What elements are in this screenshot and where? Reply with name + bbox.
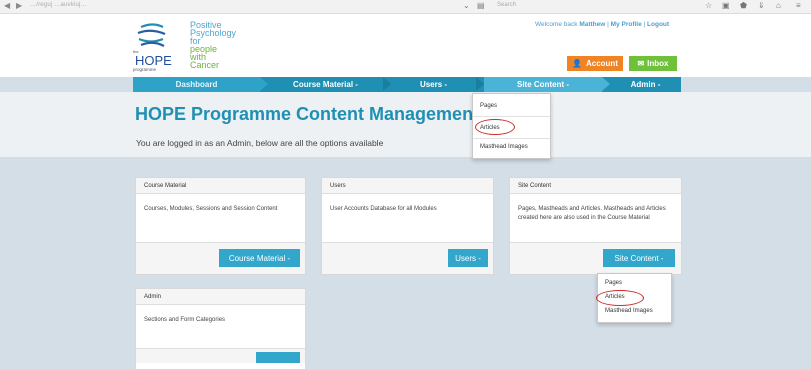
separator: | bbox=[643, 21, 646, 28]
card-footer: Course Material - bbox=[136, 242, 305, 274]
card-users: Users User Accounts Database for all Mod… bbox=[321, 177, 494, 275]
card-footer: Users - bbox=[322, 242, 493, 274]
highlight-circle bbox=[596, 290, 644, 306]
back-arrow-icon[interactable]: ◀ bbox=[4, 1, 10, 10]
nav-dashboard[interactable]: Dashboard bbox=[133, 77, 260, 92]
account-label: Account bbox=[585, 59, 618, 68]
menu-icon[interactable]: ≡ bbox=[796, 1, 801, 10]
logo-word: HOPE bbox=[135, 53, 172, 68]
divider bbox=[473, 116, 550, 117]
welcome-text: Welcome back bbox=[535, 21, 578, 28]
reader-icon[interactable]: ▤ bbox=[477, 1, 485, 10]
nav-arrow-icon bbox=[260, 77, 268, 91]
address-bar[interactable]: …/reguj …auvkiuj… bbox=[30, 2, 87, 8]
page-title: HOPE Programme Content Management S bbox=[135, 104, 497, 124]
main-nav: Dashboard Course Material - Users - Site… bbox=[133, 77, 681, 92]
browser-toolbar: ◀ ▶ …/reguj …auvkiuj… ⌄ ▤ Search ☆ ▣ ⬟ ⇓… bbox=[0, 0, 811, 14]
page-subtitle: You are logged in as an Admin, below are… bbox=[136, 138, 384, 148]
card-header: Site Content bbox=[510, 178, 681, 194]
shield-icon[interactable]: ⬟ bbox=[740, 1, 747, 10]
card-body: Courses, Modules, Sessions and Session C… bbox=[144, 206, 278, 212]
site-header bbox=[0, 14, 811, 77]
download-icon[interactable]: ⇓ bbox=[758, 1, 765, 10]
site-content-button[interactable]: Site Content - bbox=[603, 249, 675, 267]
browser-search-input[interactable]: Search bbox=[497, 2, 617, 11]
hope-logo[interactable]: the HOPE programme bbox=[133, 22, 186, 72]
account-button[interactable]: 👤 Account bbox=[567, 56, 623, 71]
card-header: Users bbox=[322, 178, 493, 194]
dropdown-item-masthead-images[interactable]: Masthead Images bbox=[605, 308, 653, 314]
nav-course-material[interactable]: Course Material - bbox=[268, 77, 383, 92]
clipboard-icon[interactable]: ▣ bbox=[722, 1, 730, 10]
divider bbox=[473, 138, 550, 139]
card-title: Users bbox=[330, 183, 346, 189]
logout-link[interactable]: Logout bbox=[647, 21, 669, 28]
nav-arrow-icon bbox=[602, 77, 610, 91]
course-material-button[interactable]: Course Material - bbox=[219, 249, 300, 267]
card-body: Sections and Form Categories bbox=[144, 317, 226, 323]
card-footer: Site Content - bbox=[510, 242, 681, 274]
tagline-line: Cancer bbox=[190, 60, 220, 70]
my-profile-link[interactable]: My Profile bbox=[611, 21, 642, 28]
nav-arrow-icon bbox=[476, 77, 484, 91]
nav-users[interactable]: Users - bbox=[391, 77, 476, 92]
user-icon: 👤 bbox=[572, 59, 582, 68]
dropdown-chevron-icon[interactable]: ⌄ bbox=[463, 1, 470, 10]
nav-admin[interactable]: Admin - bbox=[610, 77, 681, 92]
card-title: Site Content bbox=[518, 183, 552, 189]
card-body: Pages, Mastheads and Articles. Mastheads… bbox=[518, 206, 666, 221]
logo-tagline: Positive Psychology for people with Canc… bbox=[190, 21, 236, 70]
inbox-button[interactable]: ✉ Inbox bbox=[629, 56, 677, 71]
card-course-material: Course Material Courses, Modules, Sessio… bbox=[135, 177, 306, 275]
inbox-label: Inbox bbox=[647, 59, 669, 68]
users-button[interactable]: Users - bbox=[448, 249, 488, 267]
card-title: Admin bbox=[144, 294, 162, 300]
home-icon[interactable]: ⌂ bbox=[776, 1, 781, 10]
nav-arrow-icon bbox=[383, 77, 391, 91]
card-header: Course Material bbox=[136, 178, 305, 194]
welcome-bar: Welcome back Matthew | My Profile | Logo… bbox=[535, 21, 669, 28]
card-admin: Admin Sections and Form Categories bbox=[135, 288, 306, 370]
logo-small-bottom: programme bbox=[133, 67, 157, 72]
welcome-user: Matthew bbox=[579, 21, 606, 28]
dropdown-item-pages[interactable]: Pages bbox=[480, 103, 497, 109]
card-title: Course Material bbox=[144, 183, 187, 189]
card-body: User Accounts Database for all Modules bbox=[330, 206, 437, 212]
mail-icon: ✉ bbox=[637, 59, 645, 68]
highlight-circle bbox=[475, 119, 515, 135]
admin-button[interactable] bbox=[256, 352, 300, 363]
star-icon[interactable]: ☆ bbox=[705, 1, 712, 10]
separator: | bbox=[607, 21, 609, 28]
nav-site-content[interactable]: Site Content - bbox=[484, 77, 602, 92]
dropdown-item-masthead-images[interactable]: Masthead Images bbox=[480, 144, 528, 150]
card-header: Admin bbox=[136, 289, 305, 305]
forward-arrow-icon[interactable]: ▶ bbox=[16, 1, 22, 10]
card-site-content: Site Content Pages, Mastheads and Articl… bbox=[509, 177, 682, 275]
card-footer bbox=[136, 348, 305, 363]
dropdown-item-pages[interactable]: Pages bbox=[605, 280, 622, 286]
